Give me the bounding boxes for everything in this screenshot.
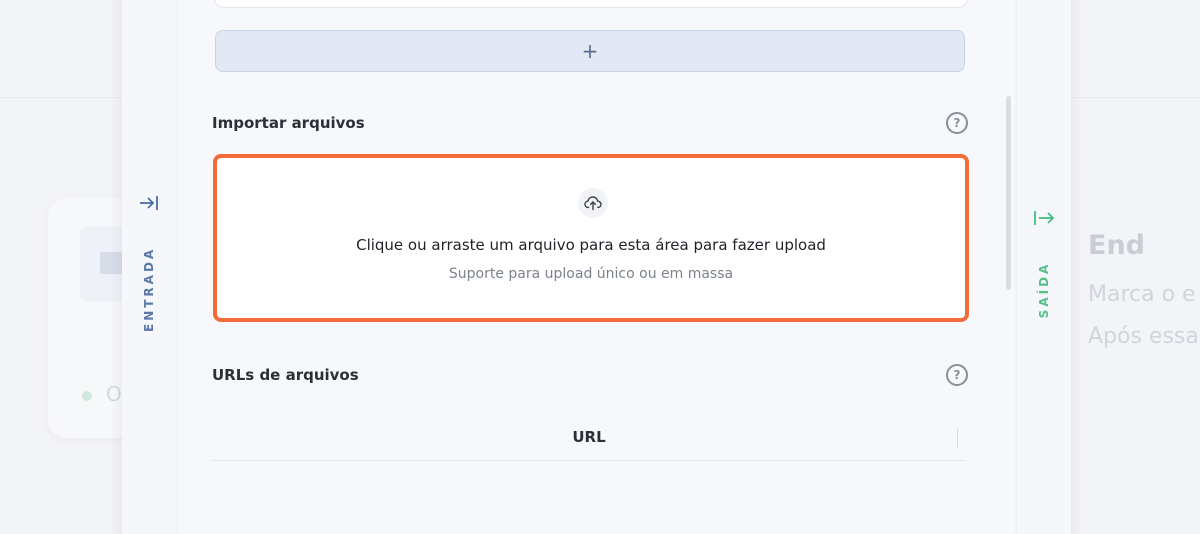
workflow-canvas: O End Marca o e Após essa ENTRADA SAÍDA: [0, 0, 1200, 534]
add-item-button[interactable]: +: [215, 30, 965, 72]
panel-shadow-left: [110, 0, 122, 534]
output-side-strip[interactable]: SAÍDA: [1016, 0, 1071, 534]
panel-scrollbar[interactable]: [1006, 96, 1011, 290]
previous-field[interactable]: [214, 0, 968, 8]
import-files-title: Importar arquivos: [212, 114, 365, 132]
file-urls-title: URLs de arquivos: [212, 366, 359, 384]
output-label: SAÍDA: [1037, 261, 1051, 319]
url-column-header: URL: [572, 428, 606, 446]
url-table-header: URL: [212, 416, 966, 461]
upload-main-text: Clique ou arraste um arquivo para esta á…: [356, 236, 826, 254]
question-circle-icon[interactable]: ?: [946, 112, 968, 134]
file-upload-dropzone[interactable]: Clique ou arraste um arquivo para esta á…: [213, 154, 969, 322]
upload-hint-text: Suporte para upload único ou em massa: [448, 266, 734, 282]
column-resize-handle[interactable]: [957, 428, 958, 448]
end-node-desc-line1: Marca o e: [1088, 282, 1196, 307]
question-circle-icon[interactable]: ?: [946, 364, 968, 386]
input-side-strip[interactable]: ENTRADA: [122, 0, 178, 534]
cloud-upload-icon: [578, 188, 608, 218]
status-dot: [82, 391, 92, 401]
arrow-to-right-bar-icon: [138, 193, 160, 216]
panel-shadow-right: [1070, 0, 1082, 534]
end-node-title: End: [1088, 230, 1145, 261]
input-label: ENTRADA: [142, 246, 156, 332]
end-node-desc-line2: Após essa: [1088, 324, 1199, 349]
arrow-exit-right-icon: [1033, 208, 1055, 231]
node-config-panel: + Importar arquivos ? Clique ou arraste …: [178, 0, 1015, 534]
